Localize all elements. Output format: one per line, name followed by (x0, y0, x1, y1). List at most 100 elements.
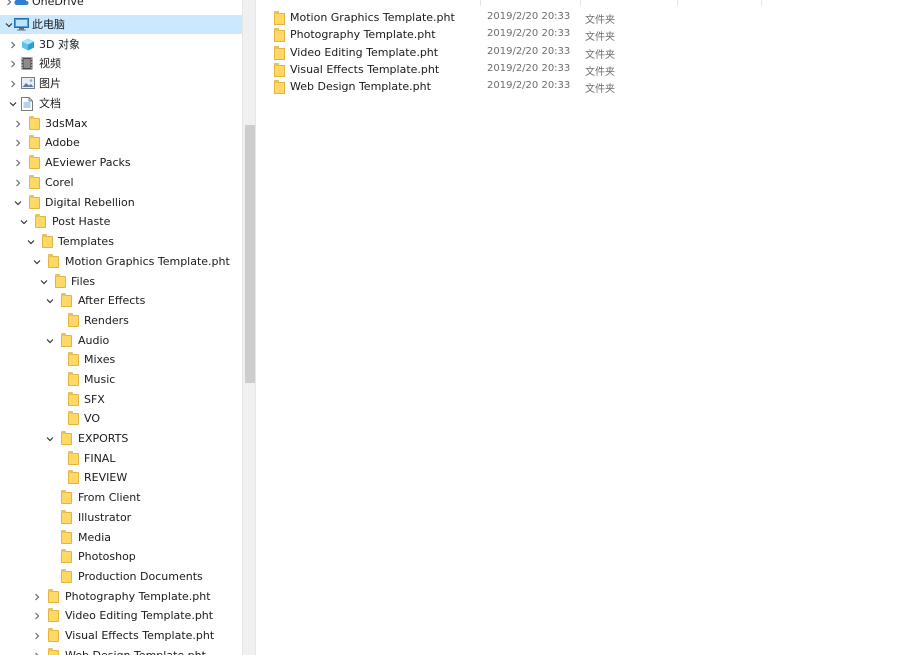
tree-item-label: 文档 (39, 97, 61, 110)
tree-item[interactable]: Web Design Template.pht (0, 646, 242, 655)
tree-item[interactable]: Corel (0, 173, 242, 192)
folder-icon (61, 293, 72, 307)
chevron-right-icon[interactable] (32, 646, 42, 655)
folder-icon (55, 274, 66, 288)
tree-item[interactable]: Templates (0, 232, 242, 251)
tree-item[interactable]: Visual Effects Template.pht (0, 626, 242, 645)
chevron-right-icon[interactable] (13, 133, 23, 152)
tree-item-label: Photoshop (78, 550, 136, 563)
folder-icon (68, 451, 79, 465)
tree-item[interactable]: SFX (0, 390, 242, 409)
tree-item[interactable]: Media (0, 528, 242, 547)
tree-item[interactable]: FINAL (0, 449, 242, 468)
tree-item[interactable]: VO (0, 409, 242, 428)
chevron-down-icon[interactable] (39, 272, 49, 291)
file-row[interactable]: Web Design Template.pht 2019/2/20 20:33 文件… (274, 79, 674, 96)
chevron-down-icon[interactable] (8, 94, 18, 113)
tree-item[interactable]: Photoshop (0, 547, 242, 566)
tree-item[interactable]: Video Editing Template.pht (0, 606, 242, 625)
tree-item[interactable]: 3dsMax (0, 114, 242, 133)
tree-item[interactable]: 图片 (0, 74, 242, 93)
tree-item[interactable]: Production Documents (0, 567, 242, 586)
chevron-down-icon[interactable] (13, 193, 23, 212)
chevron-right-icon[interactable] (32, 626, 42, 645)
tree-item[interactable]: From Client (0, 488, 242, 507)
tree-item-label: Audio (78, 334, 110, 347)
folder-icon (274, 28, 285, 43)
tree-item[interactable]: Mixes (0, 350, 242, 369)
pictures-icon (21, 77, 35, 90)
tree-item-label: 此电脑 (32, 18, 65, 31)
tree-item[interactable]: Digital Rebellion (0, 193, 242, 212)
navigation-scrollbar[interactable] (242, 0, 256, 655)
chevron-down-icon[interactable] (32, 252, 42, 271)
tree-item-label: Digital Rebellion (45, 196, 135, 209)
chevron-down-icon[interactable] (45, 331, 55, 350)
file-row[interactable]: Visual Effects Template.pht 2019/2/20 20:… (274, 62, 674, 79)
column-divider[interactable] (580, 0, 581, 6)
chevron-right-icon[interactable] (13, 153, 23, 172)
tree-item[interactable]: 文档 (0, 94, 242, 113)
folder-icon (61, 333, 72, 347)
chevron-down-icon[interactable] (4, 15, 14, 34)
chevron-down-icon[interactable] (45, 429, 55, 448)
tree-item[interactable]: Illustrator (0, 508, 242, 527)
file-row[interactable]: Motion Graphics Template.pht 2019/2/20 20… (274, 10, 674, 27)
chevron-down-icon[interactable] (45, 291, 55, 310)
navigation-pane: OneDrive 此电脑 3D 对象 视频 图片文档 3dsMax Adobe AEviewe… (0, 0, 242, 655)
tree-item[interactable]: Files (0, 272, 242, 291)
scrollbar-thumb[interactable] (245, 125, 255, 383)
column-divider[interactable] (480, 0, 481, 6)
folder-icon (61, 569, 72, 583)
chevron-right-icon[interactable] (32, 606, 42, 625)
tree-item[interactable]: Music (0, 370, 242, 389)
folder-icon (61, 530, 72, 544)
tree-item[interactable]: REVIEW (0, 468, 242, 487)
file-row[interactable]: Video Editing Template.pht 2019/2/20 20:3… (274, 45, 674, 62)
file-name: Motion Graphics Template.pht (290, 11, 455, 24)
tree-item[interactable]: Post Haste (0, 212, 242, 231)
column-divider[interactable] (761, 0, 762, 6)
tree-item-label: EXPORTS (78, 432, 129, 445)
folder-icon (29, 116, 40, 130)
tree-item[interactable]: Audio (0, 331, 242, 350)
tree-item[interactable]: Motion Graphics Template.pht (0, 252, 242, 271)
chevron-down-icon[interactable] (26, 232, 36, 251)
tree-item[interactable]: Renders (0, 311, 242, 330)
folder-icon (35, 214, 46, 228)
tree-item-label: OneDrive (32, 0, 84, 8)
tree-item[interactable]: OneDrive (0, 0, 242, 11)
chevron-right-icon[interactable] (4, 0, 14, 11)
folder-icon (48, 648, 59, 655)
chevron-right-icon[interactable] (8, 35, 18, 54)
folder-icon (274, 62, 285, 77)
file-row[interactable]: Photography Template.pht 2019/2/20 20:33 文… (274, 27, 674, 44)
chevron-down-icon[interactable] (19, 212, 29, 231)
column-divider[interactable] (677, 0, 678, 6)
tree-item[interactable]: After Effects (0, 291, 242, 310)
folder-icon (61, 510, 72, 524)
folder-icon (48, 608, 59, 622)
tree-item[interactable]: Photography Template.pht (0, 587, 242, 606)
chevron-right-icon[interactable] (13, 114, 23, 133)
folder-icon (29, 195, 40, 209)
file-name: Photography Template.pht (290, 28, 436, 42)
chevron-right-icon[interactable] (8, 54, 18, 73)
tree-item-label: VO (84, 412, 100, 425)
tree-item-label: From Client (78, 491, 141, 504)
tree-item-label: AEviewer Packs (45, 156, 131, 169)
tree-item[interactable]: EXPORTS (0, 429, 242, 448)
tree-item-label: Production Documents (78, 570, 203, 583)
file-name: Visual Effects Template.pht (290, 62, 440, 76)
tree-item[interactable]: AEviewer Packs (0, 153, 242, 172)
chevron-right-icon[interactable] (13, 173, 23, 192)
tree-item[interactable]: 3D 对象 (0, 35, 242, 54)
tree-item[interactable]: 此电脑 (0, 15, 242, 34)
tree-item-label: 3dsMax (45, 117, 88, 130)
chevron-right-icon[interactable] (32, 587, 42, 606)
tree-item[interactable]: Adobe (0, 133, 242, 152)
folder-icon (29, 155, 40, 169)
tree-item[interactable]: 视频 (0, 54, 242, 73)
chevron-right-icon[interactable] (8, 74, 18, 93)
folder-icon (61, 549, 72, 563)
